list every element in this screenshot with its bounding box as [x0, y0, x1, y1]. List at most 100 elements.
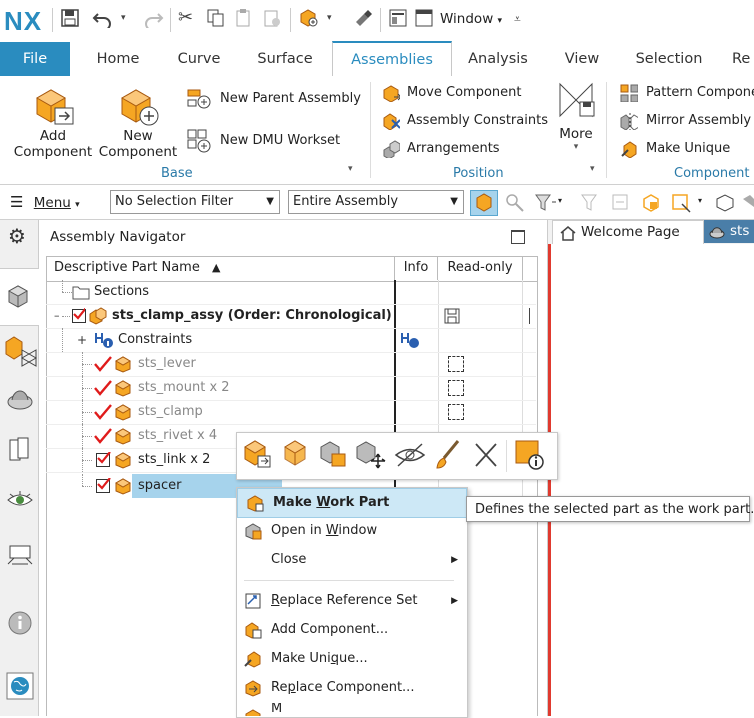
- assembly-load-dropdown-icon[interactable]: ▾: [327, 8, 332, 30]
- red-check-icon[interactable]: [94, 404, 112, 420]
- window-layout-icon[interactable]: [388, 8, 408, 30]
- filter-tool-icon-2[interactable]: ▾: [534, 192, 562, 214]
- menu-item-partial[interactable]: M: [236, 703, 466, 716]
- tree-row-assembly[interactable]: – sts_clamp_assy (Order: Chronological): [46, 304, 536, 329]
- arrangements-label: Arrangements: [407, 141, 500, 156]
- save-icon[interactable]: [60, 8, 80, 30]
- select-components-toggle[interactable]: [470, 190, 498, 216]
- part-checkbox[interactable]: [96, 478, 111, 493]
- settings-gear-icon[interactable]: ⚙: [8, 224, 26, 248]
- window-icon[interactable]: [414, 8, 434, 30]
- assembly-tool-icon[interactable]: [318, 438, 350, 472]
- tab-file[interactable]: File: [0, 42, 70, 76]
- brush-icon[interactable]: [352, 8, 374, 30]
- menu-item-replace-reference-set[interactable]: Replace Reference Set ▶: [236, 587, 466, 615]
- menu-item-replace-component[interactable]: Replace Component...: [236, 674, 466, 702]
- welcome-page-tab[interactable]: Welcome Page: [552, 220, 704, 244]
- menu-item-make-work-part[interactable]: Make Work Part: [237, 488, 467, 518]
- collapse-icon[interactable]: –: [54, 310, 62, 321]
- scope-select[interactable]: Entire Assembly ▼: [288, 190, 464, 214]
- navigator-maximize-icon[interactable]: [511, 230, 525, 244]
- tree-row-constraints[interactable]: + Constraints: [46, 328, 536, 353]
- new-component-button[interactable]: New Component: [96, 82, 180, 164]
- tree-row-label: sts_mount x 2: [138, 380, 230, 395]
- add-component-button[interactable]: Add Component: [10, 82, 96, 164]
- filter-tool-icon-7[interactable]: [714, 192, 736, 214]
- move-component-button[interactable]: Move Component: [382, 82, 542, 104]
- assembly-constraints-button[interactable]: Assembly Constraints: [382, 110, 548, 132]
- menu-item-add-component[interactable]: Add Component...: [236, 616, 466, 644]
- customize-qat-icon[interactable]: ⩡: [514, 8, 521, 30]
- mirror-assembly-button[interactable]: Mirror Assembly: [620, 110, 754, 132]
- reuse-library-tab[interactable]: [6, 434, 34, 466]
- tree-row-sts-clamp[interactable]: sts_clamp: [46, 400, 536, 425]
- partial-menu-icon: [245, 709, 261, 716]
- copy-icon[interactable]: [206, 8, 226, 30]
- folder-icon: [72, 286, 90, 300]
- pattern-component-button[interactable]: Pattern Compone: [620, 82, 754, 104]
- graphics-window[interactable]: [548, 244, 754, 716]
- move-component-tool-icon[interactable]: [354, 438, 388, 472]
- column-header-name[interactable]: Descriptive Part Name ▲: [46, 256, 395, 280]
- tab-home[interactable]: Home: [84, 42, 152, 76]
- visualization-tab[interactable]: [6, 488, 34, 512]
- display-part-tool-icon[interactable]: [280, 438, 312, 472]
- constraint-navigator-tab[interactable]: [2, 332, 38, 368]
- undo-icon[interactable]: [92, 8, 116, 31]
- red-check-icon[interactable]: [94, 356, 112, 372]
- more-button[interactable]: More ▾: [552, 80, 600, 160]
- window-menu[interactable]: Window ▾: [440, 8, 502, 30]
- tree-row-sections[interactable]: Sections: [46, 280, 536, 305]
- menu-item-make-unique[interactable]: Make Unique...: [236, 645, 466, 673]
- tab-curve[interactable]: Curve: [168, 42, 230, 76]
- make-work-part-tool-icon[interactable]: [242, 438, 274, 472]
- expand-icon[interactable]: +: [77, 334, 87, 346]
- menu-item-close[interactable]: Close ▶: [236, 546, 466, 574]
- properties-tool-icon[interactable]: [512, 438, 546, 472]
- column-header-readonly[interactable]: Read-only: [438, 256, 523, 280]
- delete-tool-icon[interactable]: [470, 438, 502, 472]
- cut-icon[interactable]: ✂: [178, 8, 193, 30]
- tree-row-sts-lever[interactable]: sts_lever: [46, 352, 536, 377]
- tab-more[interactable]: Re: [732, 42, 754, 76]
- base-group-dropdown-icon[interactable]: ▾: [348, 164, 353, 174]
- tree-row-sts-mount[interactable]: sts_mount x 2: [46, 376, 536, 401]
- tab-surface[interactable]: Surface: [246, 42, 324, 76]
- red-check-icon[interactable]: [94, 428, 112, 444]
- new-parent-assembly-button[interactable]: New Parent Assembly: [186, 88, 361, 110]
- tab-assemblies[interactable]: Assemblies: [332, 41, 452, 76]
- part-file-icon: [709, 227, 725, 239]
- tab-analysis[interactable]: Analysis: [460, 42, 536, 76]
- filter-tool-icon-8[interactable]: [740, 192, 754, 214]
- red-check-icon[interactable]: [94, 380, 112, 396]
- new-component-label-1: New: [123, 128, 153, 144]
- assembly-navigator-tab[interactable]: [0, 268, 39, 326]
- part-navigator-tab[interactable]: [4, 384, 36, 416]
- info-tab[interactable]: [7, 610, 33, 636]
- arrangements-button[interactable]: Arrangements: [382, 138, 542, 160]
- menu-item-open-in-window[interactable]: Open in Window: [236, 517, 466, 545]
- web-browser-tab[interactable]: [6, 672, 34, 700]
- roles-tab[interactable]: [6, 540, 34, 568]
- part-checkbox[interactable]: [96, 452, 111, 467]
- selection-filter-select[interactable]: No Selection Filter ▼: [110, 190, 280, 214]
- part-icon: [114, 428, 132, 445]
- filter-tool-icon-5[interactable]: [640, 192, 662, 214]
- hide-tool-icon[interactable]: [394, 440, 426, 470]
- filter-tool-icon-6[interactable]: ▾: [670, 192, 704, 214]
- new-dmu-workset-button[interactable]: New DMU Workset: [186, 129, 360, 153]
- column-header-info[interactable]: Info: [395, 256, 438, 280]
- part-icon: [114, 452, 132, 469]
- undo-dropdown-icon[interactable]: ▾: [121, 8, 126, 30]
- new-component-icon: [120, 89, 159, 126]
- make-unique-ribbon-button[interactable]: Make Unique: [620, 138, 754, 160]
- assembly-checkbox[interactable]: [72, 308, 86, 323]
- edit-display-tool-icon[interactable]: [432, 438, 464, 472]
- menu-button[interactable]: ☰ Menu ▾: [10, 192, 80, 212]
- position-group-dropdown-icon[interactable]: ▾: [590, 164, 595, 174]
- tab-view[interactable]: View: [554, 42, 610, 76]
- tab-selection[interactable]: Selection: [628, 42, 710, 76]
- part-file-tab[interactable]: sts: [704, 220, 754, 243]
- assembly-load-icon[interactable]: [298, 8, 320, 30]
- filter-tool-icon-1[interactable]: [504, 192, 526, 214]
